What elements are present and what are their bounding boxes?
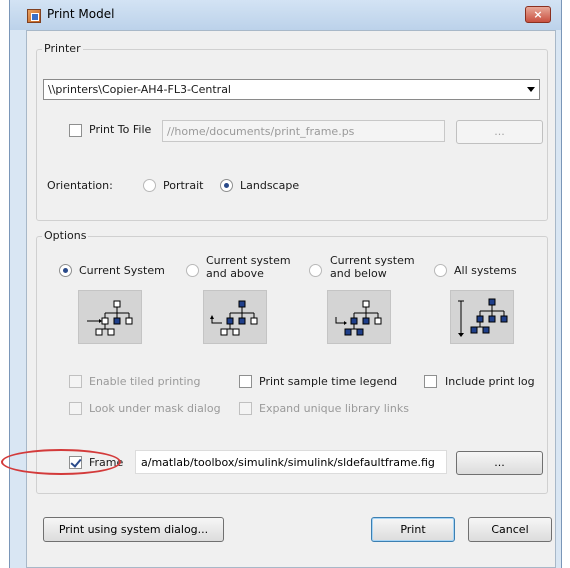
current-system-diagram-icon (78, 290, 142, 344)
frame-browse-button[interactable]: ... (456, 451, 543, 475)
current-system-radio[interactable] (59, 264, 72, 277)
all-systems-diagram-icon (450, 290, 514, 344)
frame-path-input[interactable]: a/matlab/toolbox/simulink/simulink/sldef… (135, 450, 447, 474)
print-button[interactable]: Print (371, 517, 455, 542)
printer-select-value: \\printers\Copier-AH4-FL3-Central (48, 83, 231, 96)
hierarchy-all-icon (458, 298, 508, 337)
options-group-label: Options (42, 229, 89, 242)
current-system-below-radio[interactable] (309, 264, 322, 277)
hierarchy-down-icon (335, 300, 382, 336)
look-under-mask-label: Look under mask dialog (89, 402, 221, 415)
print-model-window: Print Model × Printer \\printers\Copier-… (9, 0, 562, 568)
frame-highlight-annotation (1, 449, 121, 475)
current-system-below-label-2: and below (330, 267, 387, 280)
current-system-above-label-1: Current system (206, 254, 291, 267)
dropdown-arrow-icon (527, 87, 535, 92)
current-system-above-diagram-icon (203, 290, 267, 344)
enable-tiled-printing-label: Enable tiled printing (89, 375, 201, 388)
include-print-log-label: Include print log (445, 375, 535, 388)
close-button[interactable]: × (525, 6, 551, 23)
simulink-app-icon (27, 9, 41, 23)
current-system-above-radio[interactable] (186, 264, 199, 277)
look-under-mask-checkbox[interactable] (69, 402, 82, 415)
current-system-below-label-1: Current system (330, 254, 415, 267)
title-bar[interactable]: Print Model × (10, 0, 561, 30)
portrait-radio[interactable] (143, 179, 156, 192)
print-sample-time-legend-label: Print sample time legend (259, 375, 398, 388)
printer-select[interactable]: \\printers\Copier-AH4-FL3-Central (43, 79, 540, 100)
all-systems-label: All systems (454, 264, 517, 277)
landscape-label: Landscape (240, 179, 300, 192)
print-to-file-label: Print To File (89, 123, 152, 136)
landscape-radio[interactable] (220, 179, 233, 192)
window-title: Print Model (47, 7, 115, 21)
all-systems-radio[interactable] (434, 264, 447, 277)
print-file-browse-button[interactable]: ... (456, 120, 543, 144)
print-file-path-input[interactable]: //home/documents/print_frame.ps (162, 120, 445, 142)
expand-unique-library-links-checkbox[interactable] (239, 402, 252, 415)
current-system-above-label-2: and above (206, 267, 264, 280)
orientation-label: Orientation: (47, 179, 113, 192)
print-sample-time-legend-checkbox[interactable] (239, 375, 252, 388)
printer-group-label: Printer (42, 42, 83, 55)
current-system-below-diagram-icon (327, 290, 391, 344)
expand-unique-library-links-label: Expand unique library links (259, 402, 409, 415)
frame-path-value: a/matlab/toolbox/simulink/simulink/sldef… (141, 456, 435, 469)
print-using-system-dialog-button[interactable]: Print using system dialog... (43, 517, 224, 542)
cancel-button[interactable]: Cancel (468, 517, 552, 542)
current-system-label: Current System (79, 264, 165, 277)
print-file-path-value: //home/documents/print_frame.ps (167, 125, 355, 138)
portrait-label: Portrait (163, 179, 204, 192)
hierarchy-up-icon (210, 300, 258, 336)
enable-tiled-printing-checkbox[interactable] (69, 375, 82, 388)
dialog-client-area: Printer \\printers\Copier-AH4-FL3-Centra… (26, 30, 556, 568)
print-to-file-checkbox[interactable] (69, 124, 82, 137)
hierarchy-icon (87, 300, 133, 336)
include-print-log-checkbox[interactable] (424, 375, 437, 388)
